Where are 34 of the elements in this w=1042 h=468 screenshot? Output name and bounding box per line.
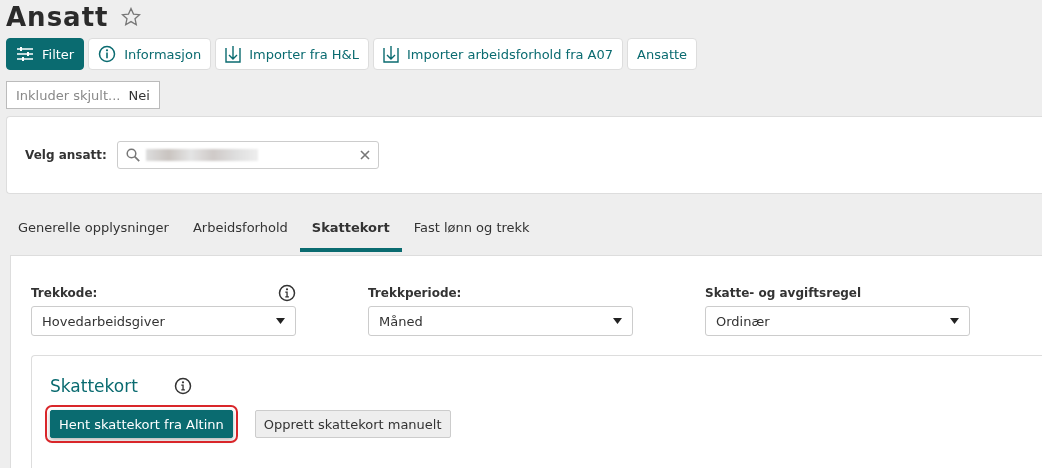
toolbar-button[interactable]: Informasjon [88,38,212,70]
select-dropdown[interactable]: Hovedarbeidsgiver [31,306,296,336]
search-icon [125,148,140,162]
caret-icon [950,318,959,324]
filter-value: Nei [128,87,150,103]
section-title: Skattekort [50,376,138,396]
search-field[interactable] [116,141,379,169]
toolbar-button[interactable]: Importer fra H&L [215,38,369,70]
caret-icon [613,318,622,324]
toolbar-button[interactable]: Ansatte [627,38,698,70]
filter-label: Inkluder skjult... [16,87,121,103]
tab[interactable]: Fast lønn og trekk [401,214,542,252]
caret-icon [276,318,285,324]
info-icon[interactable] [173,377,192,395]
filter-dropdown[interactable]: Inkluder skjult... Nei [6,81,160,109]
import-icon [382,45,399,63]
info-icon [98,45,117,63]
select-dropdown[interactable]: Måned [368,306,633,336]
info-icon[interactable] [278,284,296,302]
page-title: Ansatt [6,2,109,32]
action-button[interactable]: Opprett skattekort manuelt [254,410,451,438]
import-icon [225,45,242,63]
star-icon[interactable] [120,7,141,27]
tab[interactable]: Arbeidsforhold [180,214,300,252]
field-label: Velg ansatt: [25,148,107,162]
select-dropdown[interactable]: Ordinær [705,306,970,336]
field-label: Trekkode: [31,286,98,300]
toolbar-button[interactable]: Importer arbeidsforhold fra A07 [372,38,624,70]
sliders-icon [16,46,34,62]
field-label: Trekkperiode: [368,286,462,300]
clear-icon[interactable] [359,150,370,160]
toolbar-button[interactable]: Filter [6,38,85,70]
tab[interactable]: Generelle opplysninger [6,214,181,252]
field-label: Skatte- og avgiftsregel [705,286,862,300]
